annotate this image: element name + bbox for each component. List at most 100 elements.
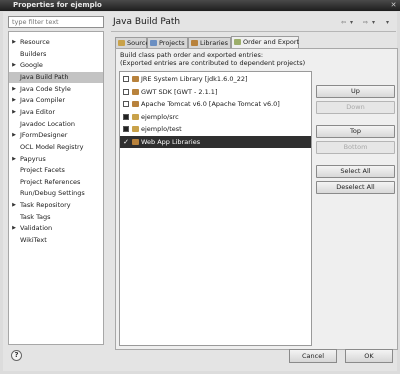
chevron-down-icon[interactable]: ▾ xyxy=(350,18,353,27)
close-icon[interactable]: ✕ xyxy=(390,2,397,9)
tree-item-validation[interactable]: ▶ Validation xyxy=(9,223,103,234)
tree-item-java-editor[interactable]: ▶ Java Editor xyxy=(9,107,103,118)
export-checkbox[interactable] xyxy=(123,126,129,132)
description-line-2: (Exported entries are contributed to dep… xyxy=(120,59,306,67)
tree-item-resource[interactable]: ▶ Resource xyxy=(9,37,103,48)
tree-item-label: Run/Debug Settings xyxy=(20,189,85,198)
expand-arrow-icon[interactable]: ▶ xyxy=(11,223,17,234)
description-line-1: Build class path order and exported entr… xyxy=(120,51,264,59)
library-icon xyxy=(132,76,139,82)
window-title: Properties for ejemplo xyxy=(13,1,102,9)
export-checkbox[interactable] xyxy=(123,101,129,107)
export-checkbox[interactable] xyxy=(123,76,129,82)
tree-item-run-debug-settings[interactable]: Run/Debug Settings xyxy=(9,188,103,199)
tree-item-ocl-model-registry[interactable]: OCL Model Registry xyxy=(9,142,103,153)
tree-item-task-tags[interactable]: Task Tags xyxy=(9,212,103,223)
page-title: Java Build Path xyxy=(113,17,181,27)
tree-item-label: Java Compiler xyxy=(20,96,66,105)
list-item[interactable]: ✓ Web App Libraries xyxy=(120,135,311,148)
arrow-right-icon[interactable]: ⇨ xyxy=(363,18,368,27)
build-path-tabs: Source Projects Libraries Order and Export xyxy=(115,36,398,48)
expand-arrow-icon[interactable]: ▶ xyxy=(11,95,17,106)
folder-icon xyxy=(132,126,139,132)
tree-item-label: Project References xyxy=(20,177,81,186)
expand-arrow-icon[interactable]: ▶ xyxy=(11,37,17,48)
list-item[interactable]: ejemplo/test xyxy=(120,123,311,135)
pane-sash[interactable] xyxy=(106,16,109,346)
tree-item-label: Task Tags xyxy=(20,212,51,221)
tree-item-label: Validation xyxy=(20,224,53,233)
tree-item-wikitext[interactable]: WikiText xyxy=(9,235,103,246)
entry-label: Apache Tomcat v6.0 [Apache Tomcat v6.0] xyxy=(141,100,280,108)
chevron-down-icon[interactable]: ▾ xyxy=(372,18,375,27)
tree-item-jformdesigner[interactable]: ▶ JFormDesigner xyxy=(9,130,103,141)
tab-source[interactable]: Source xyxy=(115,37,149,48)
entry-label: ejemplo/test xyxy=(141,125,182,133)
tree-item-java-compiler[interactable]: ▶ Java Compiler xyxy=(9,95,103,106)
tab-icon xyxy=(118,40,125,46)
help-icon[interactable]: ? xyxy=(11,350,22,361)
dialog-content: ▶ResourceBuilders▶GoogleJava Build Path▶… xyxy=(3,12,398,371)
library-icon xyxy=(132,88,139,95)
cancel-button[interactable]: Cancel xyxy=(289,349,337,363)
tree-item-label: Papyrus xyxy=(20,154,46,163)
expand-arrow-icon[interactable]: ▶ xyxy=(11,130,17,141)
tree-item-label: Project Facets xyxy=(20,166,65,175)
tab-icon xyxy=(191,40,198,46)
up-button[interactable]: Up xyxy=(316,85,395,98)
tab-label: Order and Export xyxy=(243,38,300,46)
export-checkbox[interactable]: ✓ xyxy=(123,138,129,145)
list-item[interactable]: Apache Tomcat v6.0 [Apache Tomcat v6.0] xyxy=(120,98,311,110)
folder-icon xyxy=(132,113,139,120)
entry-label: GWT SDK [GWT - 2.1.1] xyxy=(141,87,218,96)
tree-item-label: JFormDesigner xyxy=(20,131,68,140)
classpath-entries-list[interactable]: JRE System Library [jdk1.6.0_22] GWT SDK … xyxy=(119,71,312,346)
tab-icon xyxy=(234,39,241,45)
expand-arrow-icon[interactable]: ▶ xyxy=(11,60,17,71)
order-description: Build class path order and exported entr… xyxy=(120,51,305,67)
tree-item-label: Resource xyxy=(20,38,50,46)
ok-button[interactable]: OK xyxy=(345,349,393,363)
order-export-panel: Build class path order and exported entr… xyxy=(115,48,398,350)
list-item[interactable]: GWT SDK [GWT - 2.1.1] xyxy=(120,86,311,98)
tree-item-project-facets[interactable]: Project Facets xyxy=(9,165,103,176)
expand-arrow-icon[interactable]: ▶ xyxy=(11,200,17,211)
tree-item-project-references[interactable]: Project References xyxy=(9,177,103,188)
tree-item-builders[interactable]: Builders xyxy=(9,49,103,60)
title-bar[interactable]: Properties for ejemplo ✕ xyxy=(0,0,400,11)
tab-projects[interactable]: Projects xyxy=(147,37,188,48)
down-button[interactable]: Down xyxy=(316,101,395,114)
tree-item-java-build-path[interactable]: Java Build Path xyxy=(9,71,103,83)
tab-order-and-export[interactable]: Order and Export xyxy=(231,36,299,48)
title-separator xyxy=(111,31,396,32)
filter-input[interactable] xyxy=(8,16,104,28)
list-item[interactable]: JRE System Library [jdk1.6.0_22] xyxy=(120,73,311,85)
list-item[interactable]: ejemplo/src xyxy=(120,111,311,123)
page-navigation: ⇦ ▾ ⇨ ▾ ▾ xyxy=(341,18,395,27)
bottom-button[interactable]: Bottom xyxy=(316,141,395,154)
tree-item-javadoc-location[interactable]: Javadoc Location xyxy=(9,119,103,130)
tree-item-label: Builders xyxy=(20,49,47,58)
entry-label: JRE System Library [jdk1.6.0_22] xyxy=(141,75,248,83)
deselect-all-button[interactable]: Deselect All xyxy=(316,181,395,194)
tab-icon xyxy=(150,40,157,46)
category-tree[interactable]: ▶ Resource Builders ▶ Google Java Build Path ▶… xyxy=(8,31,104,345)
expand-arrow-icon[interactable]: ▶ xyxy=(11,107,17,118)
tree-item-papyrus[interactable]: ▶ Papyrus xyxy=(9,154,103,165)
tree-item-google[interactable]: ▶ Google xyxy=(9,60,103,71)
tree-item-java-code-style[interactable]: ▶ Java Code Style xyxy=(9,84,103,95)
export-checkbox[interactable] xyxy=(123,113,129,120)
export-checkbox[interactable] xyxy=(123,88,129,95)
tree-item-label: Java Build Path xyxy=(20,72,69,81)
expand-arrow-icon[interactable]: ▶ xyxy=(11,84,17,95)
view-menu-icon[interactable]: ▾ xyxy=(386,18,389,27)
entry-label: ejemplo/src xyxy=(141,112,179,121)
tab-libraries[interactable]: Libraries xyxy=(188,37,231,48)
expand-arrow-icon[interactable]: ▶ xyxy=(11,154,17,165)
arrow-left-icon[interactable]: ⇦ xyxy=(341,18,346,27)
top-button[interactable]: Top xyxy=(316,125,395,138)
select-all-button[interactable]: Select All xyxy=(316,165,395,178)
tree-item-label: Java Editor xyxy=(20,107,56,116)
tree-item-label: OCL Model Registry xyxy=(20,142,84,151)
tree-item-task-repository[interactable]: ▶ Task Repository xyxy=(9,200,103,211)
